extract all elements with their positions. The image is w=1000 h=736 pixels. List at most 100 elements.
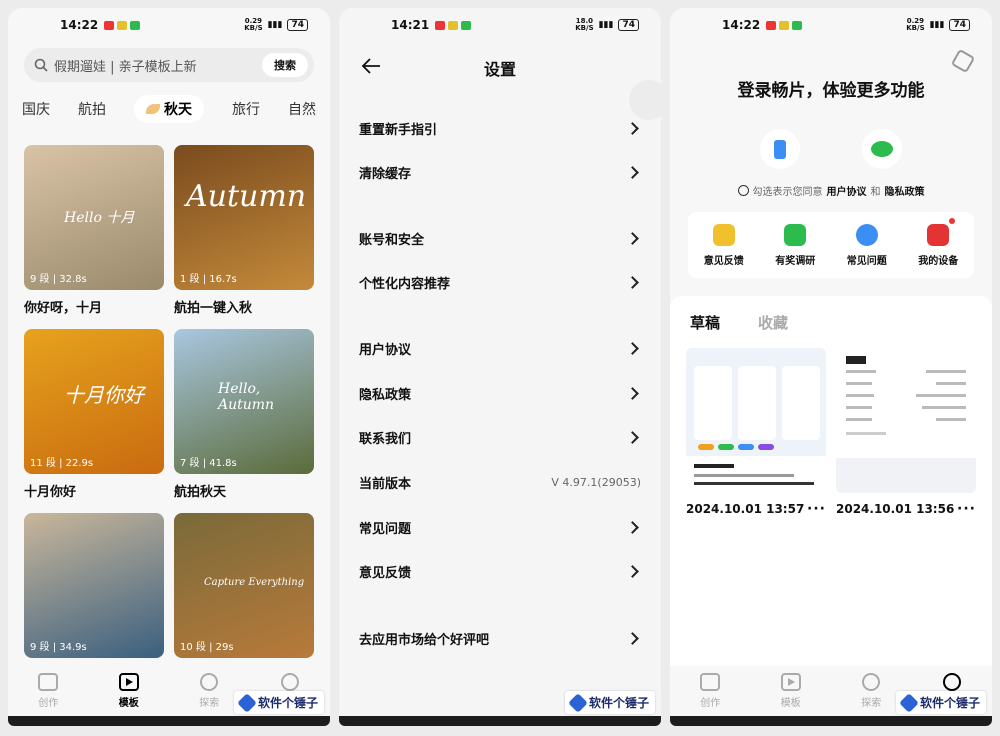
settings-item[interactable]: 常见问题 xyxy=(359,505,641,549)
settings-item[interactable]: 意见反馈 xyxy=(359,549,641,593)
battery-icon: 74 xyxy=(287,19,308,31)
more-options-icon[interactable]: ··· xyxy=(957,501,976,517)
draft-card[interactable]: 2024.10.01 13:57 ··· xyxy=(686,348,826,517)
nav-explore[interactable]: 探索 xyxy=(179,670,239,709)
notification-icon xyxy=(792,20,803,30)
status-bar: 14:22 0.29 KB/S ▮▮▮ 74 xyxy=(670,8,992,42)
nav-create[interactable]: 创作 xyxy=(680,673,740,709)
chevron-right-icon xyxy=(626,341,639,355)
status-time: 14:22 xyxy=(722,18,761,32)
nav-template[interactable]: 模板 xyxy=(99,673,159,709)
quick-action-label: 意见反馈 xyxy=(703,255,744,267)
settings-screen: 14:21 18.0 KB/S ▮▮▮ 74 设置 重置新手指引 清除缓存 账号和安全… xyxy=(339,8,661,726)
more-options-icon[interactable]: ··· xyxy=(807,501,826,517)
device-icon xyxy=(927,217,956,246)
wechat-login-button[interactable] xyxy=(862,129,902,169)
template-card[interactable]: Capture Everything 10 段 | 29s xyxy=(174,513,314,658)
tab-autumn[interactable]: 秋天 xyxy=(134,95,204,123)
leaf-icon xyxy=(146,104,160,114)
tab-favorites[interactable]: 收藏 xyxy=(758,312,788,333)
template-meta: 7 段 | 41.8s xyxy=(180,458,237,469)
template-card[interactable]: Hello, Autumn 7 段 | 41.8s 航拍秋天 xyxy=(174,329,314,500)
tab-travel[interactable]: 旅行 xyxy=(232,99,260,119)
settings-item-label: 清除缓存 xyxy=(359,166,412,182)
nav-explore[interactable]: 探索 xyxy=(841,670,901,709)
settings-item-label: 当前版本 xyxy=(359,476,412,492)
template-title: 十月你好 xyxy=(24,485,77,500)
survey-icon xyxy=(784,223,807,246)
profile-icon xyxy=(280,673,299,691)
tab-aerial[interactable]: 航拍 xyxy=(78,99,106,119)
search-input[interactable]: 假期遛娃 | 亲子模板上新 xyxy=(54,56,262,75)
quick-action[interactable]: 意见反馈 xyxy=(703,223,744,267)
notification-icon xyxy=(461,20,472,30)
profile-screen: 14:22 0.29 KB/S ▮▮▮ 74 登录畅片，体验更多功能 勾选表示您同… xyxy=(670,8,992,726)
settings-item-label: 意见反馈 xyxy=(359,565,412,581)
draft-date: 2024.10.01 13:56 xyxy=(836,502,955,516)
tab-national-day[interactable]: 国庆 xyxy=(22,99,50,119)
phone-icon xyxy=(774,139,786,159)
nav-label: 模板 xyxy=(118,698,139,709)
tab-drafts[interactable]: 草稿 xyxy=(690,312,720,333)
template-card[interactable]: Hello 十月 9 段 | 32.8s 你好呀，十月 xyxy=(24,145,164,316)
settings-item[interactable]: 当前版本 V 4.97.1(29053) xyxy=(359,460,641,504)
settings-item-label: 联系我们 xyxy=(359,431,412,447)
watermark-logo-icon xyxy=(899,692,919,713)
quick-action[interactable]: 我的设备 xyxy=(918,217,959,267)
template-card[interactable]: 十月你好 11 段 | 22.9s 十月你好 xyxy=(24,329,164,500)
template-thumbnail: Hello 十月 9 段 | 32.8s xyxy=(24,145,164,290)
quick-action-label: 有奖调研 xyxy=(775,255,816,267)
draft-tabs: 草稿 收藏 xyxy=(670,296,992,333)
category-tabs: 国庆 航拍 秋天 旅行 自然 xyxy=(8,94,330,124)
notification-icon xyxy=(766,20,777,30)
agree-text: 和 xyxy=(870,187,881,198)
page-title: 设置 xyxy=(483,60,516,79)
tab-nature[interactable]: 自然 xyxy=(288,99,316,119)
draft-thumbnail xyxy=(836,348,976,493)
draft-preview-graphic xyxy=(836,348,976,493)
explore-icon xyxy=(859,670,883,694)
privacy-link[interactable]: 隐私政策 xyxy=(885,183,925,198)
settings-item[interactable]: 隐私政策 xyxy=(359,371,641,415)
settings-item[interactable]: 去应用市场给个好评吧 xyxy=(359,616,641,660)
template-meta: 10 段 | 29s xyxy=(180,642,234,653)
template-icon xyxy=(118,673,139,691)
settings-item[interactable]: 清除缓存 xyxy=(359,150,641,194)
settings-item[interactable]: 个性化内容推荐 xyxy=(359,260,641,304)
notification-dot xyxy=(949,217,956,224)
notification-icon xyxy=(448,20,459,30)
template-card[interactable]: 9 段 | 34.9s xyxy=(24,513,164,658)
settings-gear-icon[interactable] xyxy=(950,48,976,74)
watermark: 软件个锤子 xyxy=(564,691,655,714)
agree-checkbox[interactable] xyxy=(737,185,749,196)
quick-action-label: 我的设备 xyxy=(918,255,959,267)
quick-action[interactable]: 有奖调研 xyxy=(775,223,816,267)
login-title[interactable]: 登录畅片，体验更多功能 xyxy=(670,76,992,101)
back-arrow-icon[interactable] xyxy=(361,56,381,76)
template-card[interactable]: Autumn 1 段 | 16.7s 航拍一键入秋 xyxy=(174,145,314,316)
quick-action[interactable]: 常见问题 xyxy=(847,223,887,267)
agree-text: 勾选表示您同意 xyxy=(752,187,823,198)
search-button[interactable]: 搜索 xyxy=(262,53,308,77)
notification-icons xyxy=(435,20,472,30)
settings-item[interactable]: 用户协议 xyxy=(359,326,641,370)
terms-link[interactable]: 用户协议 xyxy=(827,183,867,198)
settings-item[interactable]: 账号和安全 xyxy=(359,216,641,260)
settings-header: 设置 xyxy=(339,42,661,120)
quick-actions: 意见反馈 有奖调研 常见问题 我的设备 xyxy=(688,212,974,278)
nav-create[interactable]: 创作 xyxy=(18,673,78,709)
watermark-text: 软件个锤子 xyxy=(919,696,980,710)
chevron-right-icon xyxy=(626,275,639,289)
notification-icons xyxy=(766,20,803,30)
phone-login-button[interactable] xyxy=(760,129,800,169)
template-meta: 9 段 | 32.8s xyxy=(30,274,87,285)
draft-date: 2024.10.01 13:57 xyxy=(686,502,805,516)
draft-card[interactable]: 2024.10.01 13:56 ··· xyxy=(836,348,976,517)
nav-template[interactable]: 模板 xyxy=(761,673,821,709)
settings-item-label: 隐私政策 xyxy=(359,387,412,403)
thumbnail-overlay-text: 十月你好 xyxy=(64,383,144,407)
settings-item[interactable]: 联系我们 xyxy=(359,415,641,459)
search-bar[interactable]: 假期遛娃 | 亲子模板上新 搜索 xyxy=(24,48,314,82)
settings-item[interactable]: 重置新手指引 xyxy=(359,106,641,150)
chevron-right-icon xyxy=(626,564,639,578)
